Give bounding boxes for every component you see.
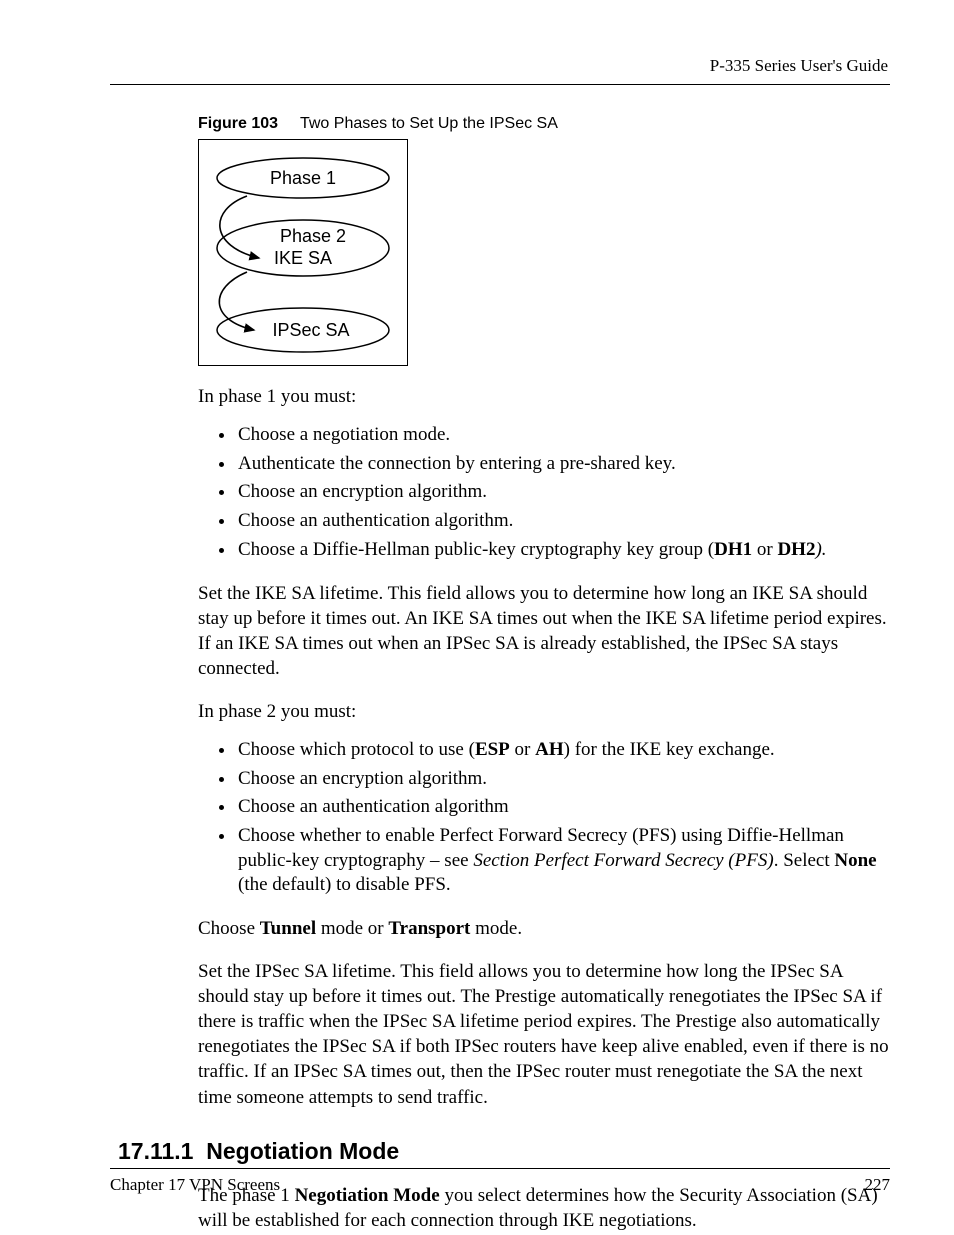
ipsec-lifetime-para: Set the IPSec SA lifetime. This field al… [198, 959, 890, 1109]
section-heading: 17.11.1 Negotiation Mode [118, 1138, 890, 1165]
phase2-intro: In phase 2 you must: [198, 699, 890, 724]
header-rule [110, 84, 890, 85]
ike-lifetime-para: Set the IKE SA lifetime. This field allo… [198, 581, 890, 681]
diagram-text-phase2: Phase 2 [280, 226, 346, 246]
phases-diagram-svg: Phase 1 Phase 2 IKE SA IPSec SA [199, 140, 407, 365]
section-number: 17.11.1 [118, 1138, 193, 1164]
list-item: Choose an authentication algorithm. [236, 509, 890, 534]
page-footer: Chapter 17 VPN Screens 227 [110, 1168, 890, 1195]
footer-page-number: 227 [865, 1175, 891, 1195]
footer-chapter: Chapter 17 VPN Screens [110, 1175, 280, 1195]
header-guide-title: P-335 Series User's Guide [110, 56, 890, 76]
list-item: Choose whether to enable Perfect Forward… [236, 824, 890, 898]
list-item: Authenticate the connection by entering … [236, 452, 890, 477]
document-page: P-335 Series User's Guide Figure 103 Two… [0, 0, 954, 1235]
section-title: Negotiation Mode [206, 1138, 399, 1164]
figure-title: Two Phases to Set Up the IPSec SA [300, 115, 558, 132]
list-item: Choose which protocol to use (ESP or AH)… [236, 738, 890, 763]
diagram-text-ikesa: IKE SA [274, 248, 332, 268]
list-item: Choose an authentication algorithm [236, 795, 890, 820]
list-item: Choose a negotiation mode. [236, 423, 890, 448]
phase1-list: Choose a negotiation mode. Authenticate … [198, 423, 890, 562]
list-item: Choose an encryption algorithm. [236, 767, 890, 792]
phase2-list: Choose which protocol to use (ESP or AH)… [198, 738, 890, 898]
phase1-intro: In phase 1 you must: [198, 384, 890, 409]
footer-rule [110, 1168, 890, 1169]
diagram-text-ipsec: IPSec SA [272, 320, 349, 340]
figure-diagram: Phase 1 Phase 2 IKE SA IPSec SA [198, 139, 408, 366]
diagram-text-phase1: Phase 1 [270, 168, 336, 188]
list-item: Choose a Diffie-Hellman public-key crypt… [236, 538, 890, 563]
list-item: Choose an encryption algorithm. [236, 480, 890, 505]
content-body: Figure 103 Two Phases to Set Up the IPSe… [198, 115, 890, 1233]
figure-caption: Figure 103 Two Phases to Set Up the IPSe… [198, 115, 890, 133]
mode-choice-para: Choose Tunnel mode or Transport mode. [198, 916, 890, 941]
figure-label: Figure 103 [198, 115, 278, 132]
